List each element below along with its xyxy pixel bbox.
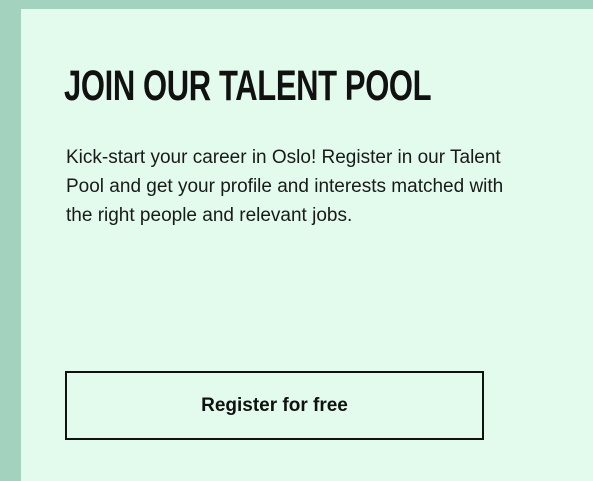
register-button[interactable]: Register for free — [65, 371, 484, 440]
card-title: JOIN OUR TALENT POOL — [64, 62, 432, 110]
talent-pool-card: JOIN OUR TALENT POOL Kick-start your car… — [21, 9, 593, 481]
card-description: Kick-start your career in Oslo! Register… — [66, 147, 504, 226]
